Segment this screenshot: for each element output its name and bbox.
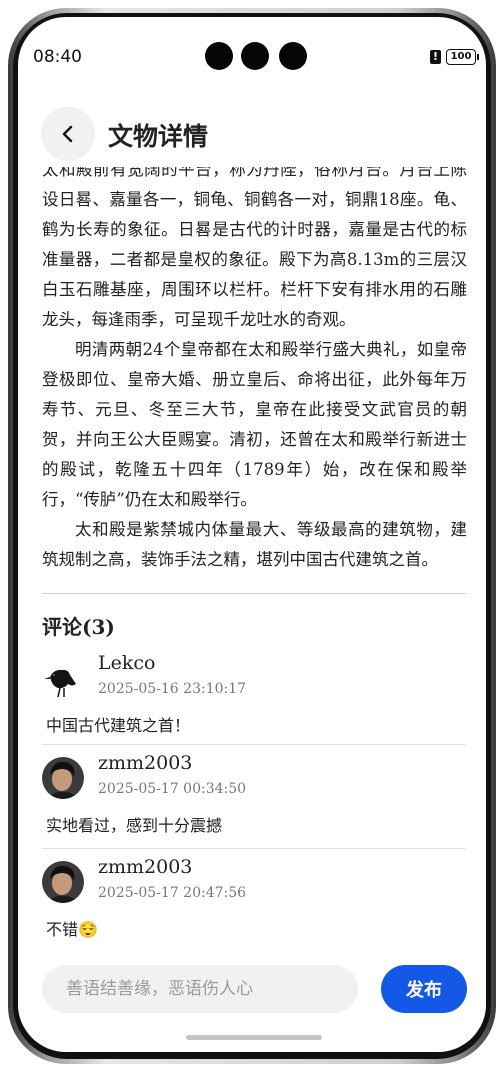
crow-avatar[interactable] [42, 657, 84, 699]
comment-username[interactable]: Lekco [98, 652, 155, 674]
comment-separator [42, 848, 466, 849]
page-header: 文物详情 [18, 103, 486, 167]
comments-title: 评论(3) [42, 615, 115, 639]
article-paragraph: 明清两朝24个皇帝都在太和殿举行盛大典礼，如皇帝登极即位、皇帝大婚、册立皇后、命… [42, 340, 467, 509]
comment-text: 不错😌 [46, 920, 98, 939]
camera-cutout [279, 42, 307, 70]
comment-timestamp: 2025-05-17 00:34:50 [98, 781, 247, 797]
comment-text: 实地看过，感到十分震撼 [46, 816, 223, 835]
home-indicator[interactable] [186, 1035, 322, 1040]
chevron-left-icon [62, 125, 73, 143]
back-button[interactable] [41, 107, 95, 161]
person-avatar[interactable] [42, 757, 84, 799]
comment-timestamp: 2025-05-16 23:10:17 [98, 681, 247, 697]
comment-text: 中国古代建筑之首！ [46, 716, 191, 735]
phone-screen: 08:40 ! 100 文物详情 太和殿前有宽阔的平台，称为丹陛，俗称月台。月台… [18, 17, 486, 1052]
battery-icon: 100 [446, 49, 479, 65]
publish-button[interactable]: 发布 [381, 965, 467, 1013]
camera-cutout [205, 42, 233, 70]
comment-timestamp: 2025-05-17 20:47:56 [98, 885, 247, 901]
comment-separator [42, 744, 466, 745]
divider [42, 593, 466, 594]
article-body: 太和殿前有宽阔的平台，称为丹陛，俗称月台。月台上陈设日晷、嘉量各一，铜龟、铜鹤各… [42, 155, 467, 575]
alert-icon: ! [430, 50, 441, 64]
page-title: 文物详情 [108, 122, 209, 151]
camera-cutout [241, 42, 269, 70]
article-paragraph: 太和殿是紫禁城内体量最大、等级最高的建筑物，建筑规制之高，装饰手法之精，堪列中国… [42, 520, 467, 569]
status-time: 08:40 [33, 47, 82, 67]
comment-input[interactable] [42, 965, 358, 1013]
comment-username[interactable]: zmm2003 [98, 856, 192, 878]
comment-bar: 发布 [18, 947, 486, 1027]
person-avatar[interactable] [42, 861, 84, 903]
comment-username[interactable]: zmm2003 [98, 752, 192, 774]
status-icons: ! 100 [430, 49, 479, 65]
article-paragraph: 太和殿前有宽阔的平台，称为丹陛，俗称月台。月台上陈设日晷、嘉量各一，铜龟、铜鹤各… [42, 160, 467, 329]
